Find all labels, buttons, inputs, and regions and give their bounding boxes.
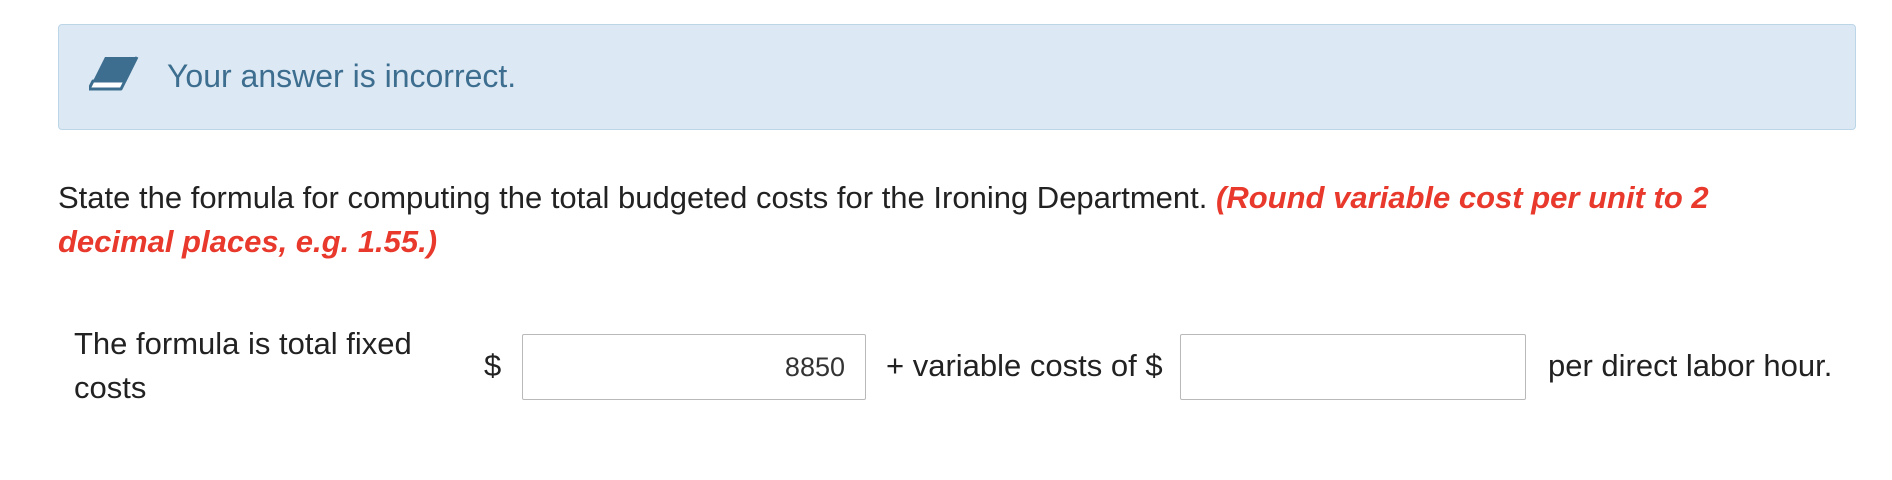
- variable-cost-input[interactable]: [1180, 334, 1526, 400]
- fixed-costs-input[interactable]: [522, 334, 866, 400]
- formula-row: The formula is total fixed costs $ + var…: [74, 322, 1854, 422]
- fixed-cost-currency: $: [484, 348, 502, 383]
- feedback-message: Your answer is incorrect.: [167, 58, 517, 94]
- per-hour-label: per direct labor hour.: [1548, 348, 1833, 383]
- eraser-icon: [87, 53, 141, 93]
- feedback-banner: Your answer is incorrect.: [58, 24, 1856, 130]
- question-text: State the formula for computing the tota…: [58, 176, 1758, 264]
- formula-label: The formula is total fixed costs: [74, 326, 412, 405]
- page: Your answer is incorrect. State the form…: [0, 0, 1892, 480]
- question-prompt: State the formula for computing the tota…: [58, 180, 1208, 215]
- variable-cost-label: + variable costs of $: [886, 348, 1163, 383]
